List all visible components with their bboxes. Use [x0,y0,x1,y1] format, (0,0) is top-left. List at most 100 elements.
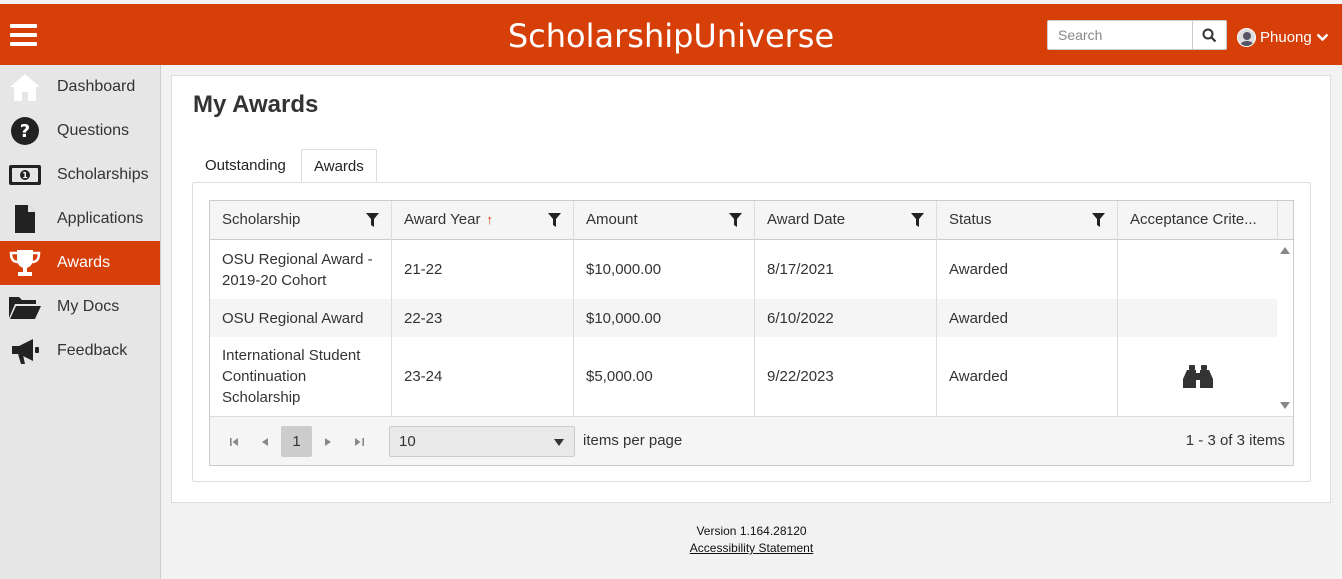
cell-status: Awarded [937,299,1118,337]
prev-page-icon [262,438,268,446]
column-title: Amount [586,211,638,228]
page-number-button[interactable]: 1 [281,426,312,457]
cell-scholarship: OSU Regional Award [210,299,392,337]
question-icon: ? [8,114,42,148]
last-page-icon [354,438,364,446]
sidebar-item-label: Questions [57,122,130,139]
column-header-scholarship[interactable]: Scholarship [210,201,392,240]
sidebar-item-label: Feedback [57,342,128,359]
search-input[interactable] [1048,21,1193,49]
user-name: Phuong [1260,29,1312,46]
main-panel: My Awards Outstanding Awards Scholarship… [171,75,1331,503]
grid-pager: 1 10 items per page 1 - 3 of 3 items [210,416,1293,465]
column-header-acceptance-criteria[interactable]: Acceptance Crite... [1118,201,1278,240]
sidebar-item-dashboard[interactable]: Dashboard [0,65,160,109]
sidebar-item-label: Scholarships [57,166,149,183]
scroll-up-arrow[interactable] [1280,247,1290,254]
svg-text:?: ? [20,121,30,142]
pager-info: 1 - 3 of 3 items [1185,432,1285,449]
sidebar-item-label: Dashboard [57,78,136,95]
chevron-down-icon [554,439,564,446]
user-menu[interactable]: Phuong [1237,28,1329,47]
first-page-button[interactable] [220,427,248,457]
folder-icon [8,290,42,324]
chevron-down-icon [1316,33,1329,42]
first-page-icon [229,438,238,446]
column-title: Award Year [404,211,481,228]
tab-content: Scholarship Award Year ↑ Amount Award Dat… [192,182,1311,482]
binoculars-icon[interactable] [1182,364,1214,390]
cell-amount: $5,000.00 [574,337,755,416]
items-per-page-label: items per page [583,432,683,449]
cell-award-year: 23-24 [392,337,574,416]
filter-icon[interactable] [729,213,742,227]
money-icon: 1 [8,158,42,192]
sidebar-item-questions[interactable]: ? Questions [0,109,160,153]
prev-page-button[interactable] [251,427,279,457]
column-title: Scholarship [222,211,301,228]
accessibility-statement-link[interactable]: Accessibility Statement [690,541,813,555]
sidebar-item-label: Awards [57,254,111,271]
sidebar-item-scholarships[interactable]: 1 Scholarships [0,153,160,197]
search-button[interactable] [1192,21,1226,49]
version-text: Version 1.164.28120 [696,524,807,538]
page-size-select[interactable]: 10 [389,426,575,457]
cell-award-year: 21-22 [392,240,574,299]
cell-award-year: 22-23 [392,299,574,337]
search-icon [1202,28,1217,42]
trophy-icon [8,246,42,280]
tab-outstanding[interactable]: Outstanding [193,149,300,183]
sidebar-item-feedback[interactable]: Feedback [0,329,160,373]
avatar [1237,28,1256,47]
cell-amount: $10,000.00 [574,240,755,299]
cell-status: Awarded [937,240,1118,299]
sidebar-item-applications[interactable]: Applications [0,197,160,241]
filter-icon[interactable] [548,213,561,227]
grid-scrollbar[interactable] [1277,240,1293,416]
filter-icon[interactable] [1092,213,1105,227]
next-page-icon [325,438,331,446]
scroll-down-arrow[interactable] [1280,402,1290,409]
awards-grid: Scholarship Award Year ↑ Amount Award Dat… [209,200,1294,466]
cell-acceptance-criteria [1118,299,1277,337]
filter-icon[interactable] [366,213,379,227]
cell-acceptance-criteria [1118,337,1277,416]
table-row[interactable]: OSU Regional Award 22-23 $10,000.00 6/10… [210,299,1277,337]
cell-award-date: 6/10/2022 [755,299,937,337]
cell-award-date: 9/22/2023 [755,337,937,416]
svg-text:1: 1 [22,171,28,180]
megaphone-icon [8,334,42,368]
next-page-button[interactable] [314,427,342,457]
cell-scholarship: OSU Regional Award - 2019-20 Cohort [210,240,392,299]
last-page-button[interactable] [345,427,373,457]
top-header: ScholarshipUniverse Phuong [0,4,1342,65]
sidebar-item-awards[interactable]: Awards [0,241,160,285]
sidebar-item-label: My Docs [57,298,120,315]
sidebar-item-label: Applications [57,210,144,227]
search-box [1047,20,1227,50]
grid-header: Scholarship Award Year ↑ Amount Award Dat… [210,201,1293,240]
column-title: Status [949,211,992,228]
footer-links: Accessibility Statement [161,541,1342,555]
cell-status: Awarded [937,337,1118,416]
cell-amount: $10,000.00 [574,299,755,337]
column-header-award-year[interactable]: Award Year ↑ [392,201,574,240]
tab-awards[interactable]: Awards [301,149,377,183]
sidebar: Dashboard ? Questions 1 Scholarships App… [0,65,161,579]
page-title: My Awards [193,91,319,118]
column-header-status[interactable]: Status [937,201,1118,240]
column-title: Award Date [767,211,846,228]
table-row[interactable]: International Student Continuation Schol… [210,337,1277,416]
sort-ascending-icon: ↑ [486,212,493,227]
column-header-amount[interactable]: Amount [574,201,755,240]
table-row[interactable]: OSU Regional Award - 2019-20 Cohort 21-2… [210,240,1277,299]
cell-acceptance-criteria [1118,240,1277,299]
column-title: Acceptance Crite... [1130,211,1257,228]
column-header-award-date[interactable]: Award Date [755,201,937,240]
cell-award-date: 8/17/2021 [755,240,937,299]
sidebar-item-my-docs[interactable]: My Docs [0,285,160,329]
filter-icon[interactable] [911,213,924,227]
cell-scholarship: International Student Continuation Schol… [210,337,392,416]
document-icon [8,202,42,236]
page-size-value: 10 [399,433,416,450]
